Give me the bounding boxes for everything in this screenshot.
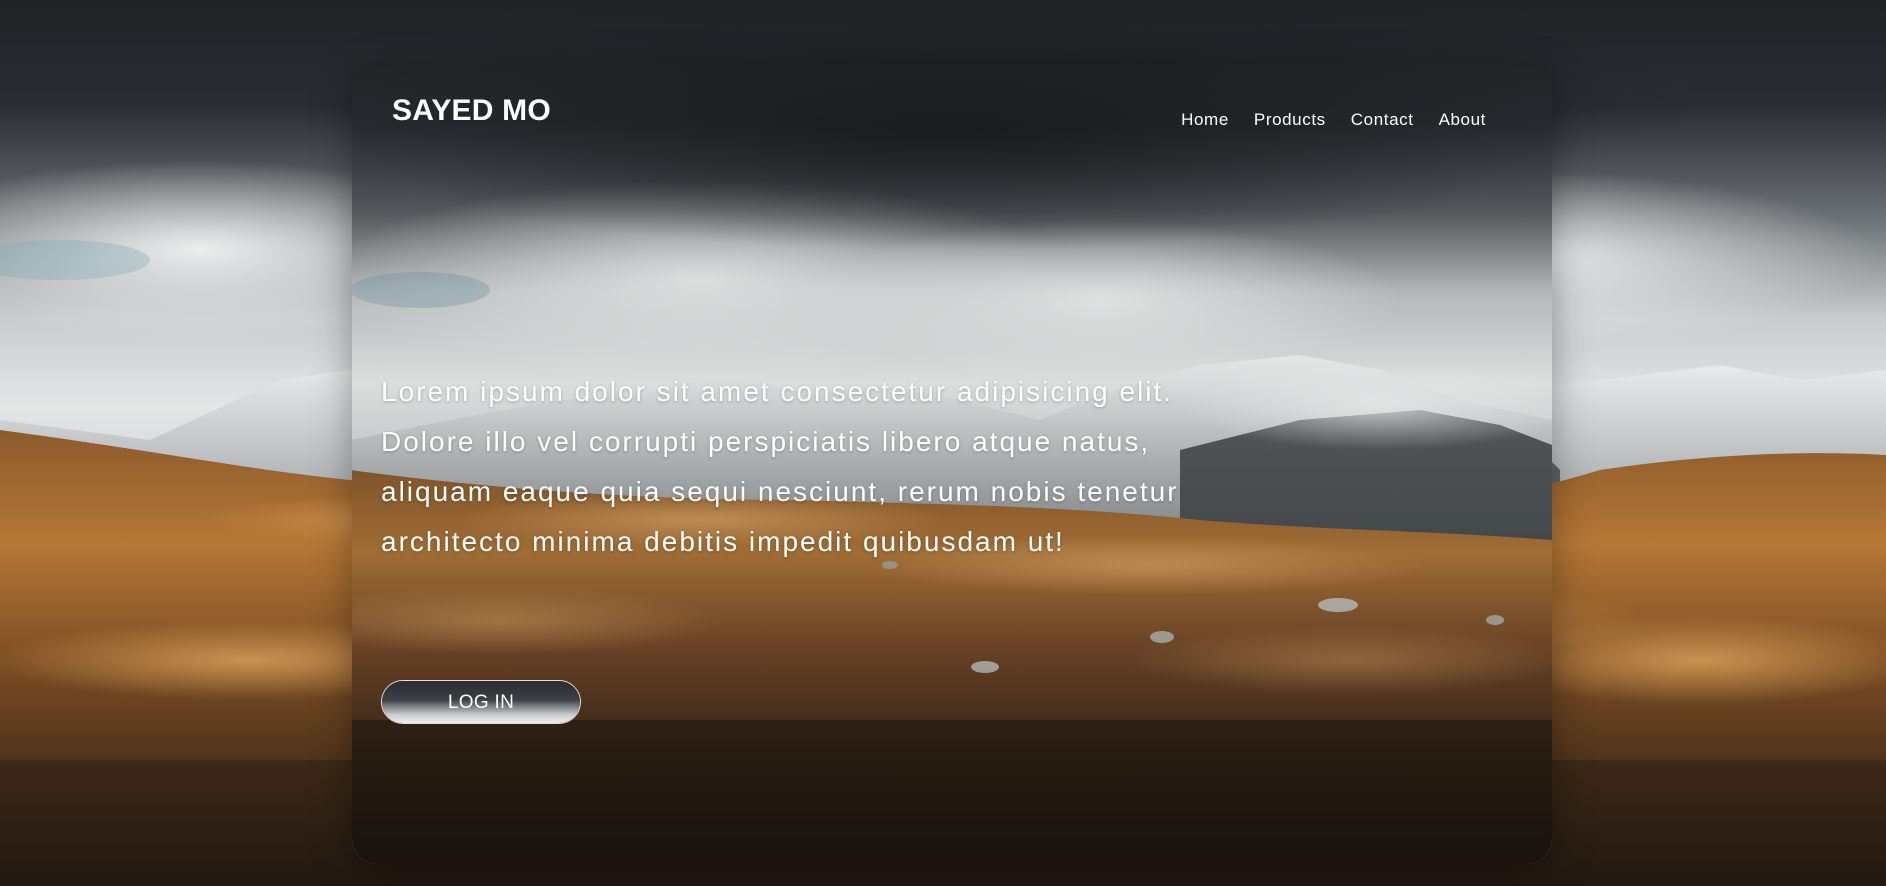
nav-item-home[interactable]: Home bbox=[1181, 110, 1229, 130]
nav-item-about[interactable]: About bbox=[1439, 110, 1486, 130]
hero-description: Lorem ipsum dolor sit amet consectetur a… bbox=[381, 376, 1179, 557]
login-button-label: LOG IN bbox=[447, 692, 515, 713]
brand-logo[interactable]: SAYED MO bbox=[392, 94, 551, 128]
nav-item-products[interactable]: Products bbox=[1254, 110, 1326, 130]
hero-card: SAYED MO Home Products Contact About Lor… bbox=[352, 64, 1552, 864]
nav-item-contact[interactable]: Contact bbox=[1351, 110, 1414, 130]
main-nav: Home Products Contact About bbox=[1181, 110, 1486, 130]
login-button[interactable]: LOG IN bbox=[381, 680, 581, 724]
